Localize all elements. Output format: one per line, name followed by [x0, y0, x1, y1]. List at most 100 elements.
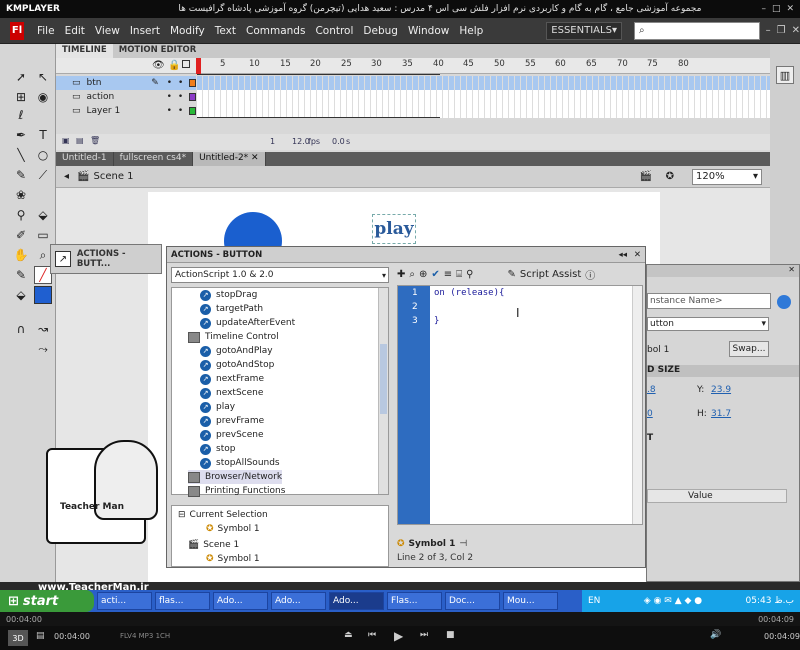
time-value[interactable]: 0.0	[332, 137, 345, 146]
visible-dot[interactable]: •	[167, 106, 172, 116]
tree-item[interactable]: ✪ Symbol 1	[206, 522, 260, 536]
restore-icon[interactable]: ❐	[777, 25, 786, 36]
menu-edit[interactable]: Edit	[60, 25, 90, 37]
edit-scene-icon[interactable]: 🎬	[640, 171, 652, 182]
close-icon[interactable]: ✕	[788, 265, 795, 274]
menu-control[interactable]: Control	[310, 25, 358, 37]
list-item[interactable]: ↗ nextScene	[200, 386, 263, 400]
list-item[interactable]: ↗ nextFrame	[200, 372, 264, 386]
list-item[interactable]: ↗ gotoAndPlay	[200, 344, 273, 358]
library-icon[interactable]: ▥	[776, 66, 794, 84]
eyedropper-icon[interactable]: ✐	[12, 226, 30, 244]
tree-item[interactable]: ✪ Symbol 1	[206, 552, 260, 566]
help-search-input[interactable]: ⌕	[633, 21, 760, 40]
target-icon[interactable]: ⊕	[419, 269, 427, 280]
add-item-icon[interactable]: ✚	[397, 269, 405, 280]
subselection-tool-icon[interactable]: ↖	[34, 68, 52, 86]
paint-bucket-icon[interactable]: ⬙	[34, 206, 52, 224]
play-icon[interactable]: ▶	[394, 629, 403, 643]
bone-tool-icon[interactable]: ⚲	[12, 206, 30, 224]
oval-tool-icon[interactable]: ○	[34, 146, 52, 164]
scrollbar-thumb[interactable]	[380, 344, 387, 414]
volume-icon[interactable]: 🔊	[710, 630, 721, 640]
debug-icon[interactable]: ⚲	[466, 269, 473, 280]
3d-icon[interactable]: 3D	[8, 630, 28, 646]
list-item[interactable]: ↗ stopDrag	[200, 288, 257, 302]
snap-magnet-icon[interactable]: ∩	[12, 320, 30, 338]
taskbar-item[interactable]: Ado...	[213, 592, 268, 610]
category-item[interactable]: Printing Functions	[188, 484, 285, 498]
close-icon[interactable]: ✕	[251, 153, 259, 163]
layer-row[interactable]: ▭ btn ✎ • •	[56, 76, 196, 90]
list-item[interactable]: ↗ gotoAndStop	[200, 358, 274, 372]
zoom-select[interactable]: 120% ▾	[692, 168, 762, 185]
swap-button[interactable]: Swap...	[729, 341, 769, 357]
stroke-color-icon[interactable]: ✎	[12, 266, 30, 284]
tab-fullscreen[interactable]: fullscreen cs4*	[114, 152, 194, 166]
pencil-icon[interactable]: ✎	[12, 166, 30, 184]
taskbar-item[interactable]: flas...	[155, 592, 210, 610]
code-hint-icon[interactable]: ⌸	[456, 269, 462, 280]
h-value[interactable]: 31.7	[711, 409, 731, 419]
x-value[interactable]: .8	[647, 385, 656, 395]
list-item[interactable]: ↗ updateAfterEvent	[200, 316, 295, 330]
3d-rotation-icon[interactable]: ◉	[34, 88, 52, 106]
menu-commands[interactable]: Commands	[241, 25, 310, 37]
visible-dot[interactable]: •	[167, 78, 172, 88]
language-indicator[interactable]: EN	[588, 596, 600, 606]
stop-icon[interactable]: ■	[446, 630, 455, 640]
playhead[interactable]	[196, 58, 201, 74]
player-seek-bar[interactable]: 00:04:00 00:04:09	[0, 612, 800, 626]
delete-layer-icon[interactable]: 🗑	[90, 136, 100, 145]
fill-color-icon[interactable]: ⬙	[12, 286, 30, 304]
line-tool-icon[interactable]: ╲	[12, 146, 30, 164]
straighten-icon[interactable]: ⤳	[34, 340, 52, 358]
close-icon[interactable]: ✕	[634, 250, 641, 260]
taskbar-item[interactable]: Doc...	[445, 592, 500, 610]
start-button[interactable]: ⊞ start	[0, 590, 94, 612]
scrollbar[interactable]	[378, 288, 388, 494]
check-syntax-icon[interactable]: ✔	[431, 269, 439, 280]
free-transform-icon[interactable]: ⊞	[12, 88, 30, 106]
smooth-icon[interactable]: ↝	[34, 320, 52, 338]
w-value[interactable]: 0	[647, 409, 653, 419]
hand-tool-icon[interactable]: ✋	[12, 246, 30, 264]
category-item[interactable]: Timeline Control	[188, 330, 279, 344]
fill-color-swatch[interactable]	[34, 286, 52, 304]
list-item[interactable]: ↗ stopAllSounds	[200, 456, 280, 470]
pen-tool-icon[interactable]: ✒	[12, 126, 30, 144]
help-icon[interactable]: ⓘ	[585, 267, 595, 282]
brush-icon[interactable]: ⟋	[34, 166, 52, 184]
taskbar-item[interactable]: Mou...	[503, 592, 558, 610]
minimize-icon[interactable]: –	[761, 4, 766, 14]
minimize-icon[interactable]: –	[766, 25, 771, 36]
list-item[interactable]: ↗ prevScene	[200, 428, 264, 442]
list-item[interactable]: ↗ stop	[200, 442, 235, 456]
menu-modify[interactable]: Modify	[165, 25, 210, 37]
play-button[interactable]: play	[372, 214, 416, 244]
deco-tool-icon[interactable]: ❀	[12, 186, 30, 204]
workspace-select[interactable]: ESSENTIALS ▾	[546, 21, 622, 40]
script-tab[interactable]: ✪ Symbol 1 ⊣	[397, 537, 643, 551]
outline-icon[interactable]	[182, 60, 190, 68]
pin-icon[interactable]: ⊣	[459, 539, 467, 549]
new-folder-icon[interactable]: ▤	[76, 136, 84, 145]
actionscript-version-select[interactable]: ActionScript 1.0 & 2.0 ▾	[171, 267, 389, 283]
new-layer-icon[interactable]: ▣	[62, 136, 70, 145]
menu-insert[interactable]: Insert	[125, 25, 165, 37]
visible-dot[interactable]: •	[167, 92, 172, 102]
collapse-icon[interactable]: ◂◂	[618, 250, 627, 260]
menu-window[interactable]: Window	[403, 25, 454, 37]
instance-name-input[interactable]: nstance Name>	[647, 293, 771, 309]
lasso-icon[interactable]: ℓ	[12, 106, 30, 124]
close-icon[interactable]: ✕	[792, 25, 800, 36]
taskbar-item[interactable]: Ado...	[271, 592, 326, 610]
category-item[interactable]: Browser/Network	[188, 470, 283, 484]
selection-tool-icon[interactable]: ➚	[12, 68, 30, 86]
tab-untitled-1[interactable]: Untitled-1	[56, 152, 114, 166]
lock-dot[interactable]: •	[178, 78, 183, 88]
back-arrow-icon[interactable]: ◂	[64, 171, 69, 182]
tree-item[interactable]: ⊟ Current Selection	[178, 508, 268, 522]
scrollbar[interactable]	[632, 286, 642, 524]
taskbar-item[interactable]: Ado...	[329, 592, 384, 610]
